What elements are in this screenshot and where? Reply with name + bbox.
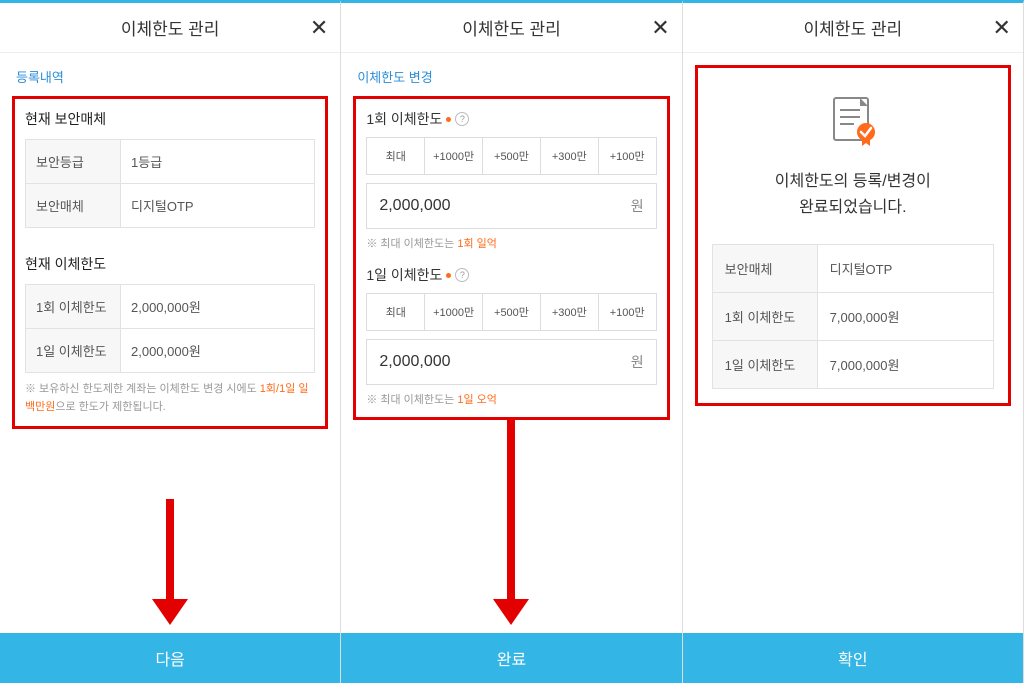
amount-button-row-1: 최대 +1000만 +500만 +300만 +100만 [366, 137, 656, 175]
currency-suffix: 원 [631, 352, 644, 372]
close-icon: ✕ [993, 15, 1011, 40]
table-row: 1회 이체한도 7,000,000원 [712, 293, 993, 341]
panel-registration: 이체한도 관리 ✕ 등록내역 현재 보안매체 보안등급 1등급 보안매체 디지털… [0, 0, 341, 683]
success-box: 이체한도의 등록/변경이 완료되었습니다. 보안매체 디지털OTP 1회 이체한… [695, 65, 1011, 406]
per-day-input[interactable] [379, 353, 630, 371]
per-transfer-input[interactable] [379, 197, 630, 215]
table-row: 보안매체 디지털OTP [712, 245, 993, 293]
help-icon[interactable]: ? [455, 268, 469, 282]
amount-plus300-button[interactable]: +300만 [541, 294, 599, 330]
value-security-grade: 1등급 [121, 140, 315, 184]
value-security-medium: 디지털OTP [121, 184, 315, 228]
limit-note-2: ※ 최대 이체한도는 1일 오억 [366, 391, 656, 407]
value-per-transfer: 7,000,000원 [817, 293, 993, 341]
required-dot-icon [446, 273, 451, 278]
field-label-per-transfer: 1회 이체한도 ? [366, 109, 656, 129]
close-icon: ✕ [651, 15, 669, 40]
complete-button[interactable]: 완료 [341, 633, 681, 683]
label-per-transfer: 1회 이체한도 [712, 293, 817, 341]
close-icon: ✕ [310, 15, 328, 40]
restriction-note: ※ 보유하신 한도제한 계좌는 이체한도 변경 시에도 1회/1일 일백만원으로… [25, 381, 315, 416]
success-message: 이체한도의 등록/변경이 완료되었습니다. [712, 169, 994, 220]
close-button[interactable]: ✕ [993, 17, 1011, 39]
amount-plus300-button[interactable]: +300만 [541, 138, 599, 174]
amount-plus500-button[interactable]: +500만 [483, 294, 541, 330]
field-label-per-day: 1일 이체한도 ? [366, 265, 656, 285]
table-row: 1일 이체한도 7,000,000원 [712, 341, 993, 389]
label-per-day: 1일 이체한도 [26, 329, 121, 373]
help-icon[interactable]: ? [455, 112, 469, 126]
label-security-medium: 보안매체 [712, 245, 817, 293]
result-table: 보안매체 디지털OTP 1회 이체한도 7,000,000원 1일 이체한도 7… [712, 244, 994, 389]
amount-button-row-2: 최대 +1000만 +500만 +300만 +100만 [366, 293, 656, 331]
amount-max-button[interactable]: 최대 [367, 138, 425, 174]
header: 이체한도 관리 ✕ [341, 3, 681, 53]
amount-plus1000-button[interactable]: +1000만 [425, 138, 483, 174]
document-check-icon [830, 96, 876, 151]
panel-complete: 이체한도 관리 ✕ 이체한도의 등록/변경이 완료되었습니다 [683, 0, 1024, 683]
amount-plus500-button[interactable]: +500만 [483, 138, 541, 174]
page-title: 이체한도 관리 [804, 15, 903, 40]
confirm-button[interactable]: 확인 [683, 633, 1023, 683]
table-row: 1일 이체한도 2,000,000원 [26, 329, 315, 373]
content: 현재 보안매체 보안등급 1등급 보안매체 디지털OTP 현재 이체한도 1회 … [0, 96, 340, 633]
panel-change-limit: 이체한도 관리 ✕ 이체한도 변경 1회 이체한도 ? 최대 +1000만 +5… [341, 0, 682, 683]
amount-plus100-button[interactable]: +100만 [599, 294, 656, 330]
page-title: 이체한도 관리 [462, 15, 561, 40]
label-security-medium: 보안매체 [26, 184, 121, 228]
subheader-link[interactable]: 등록내역 [0, 53, 340, 96]
amount-plus1000-button[interactable]: +1000만 [425, 294, 483, 330]
amount-plus100-button[interactable]: +100만 [599, 138, 656, 174]
amount-input-wrapper-2: 원 [366, 339, 656, 385]
amount-max-button[interactable]: 최대 [367, 294, 425, 330]
value-per-day: 7,000,000원 [817, 341, 993, 389]
amount-input-wrapper-1: 원 [366, 183, 656, 229]
content: 이체한도의 등록/변경이 완료되었습니다. 보안매체 디지털OTP 1회 이체한… [683, 53, 1023, 633]
highlight-box: 현재 보안매체 보안등급 1등급 보안매체 디지털OTP 현재 이체한도 1회 … [12, 96, 328, 429]
table-row: 보안매체 디지털OTP [26, 184, 315, 228]
content: 1회 이체한도 ? 최대 +1000만 +500만 +300만 +100만 원 … [341, 96, 681, 633]
header: 이체한도 관리 ✕ [683, 3, 1023, 53]
value-per-day: 2,000,000원 [121, 329, 315, 373]
required-dot-icon [446, 117, 451, 122]
value-security-medium: 디지털OTP [817, 245, 993, 293]
highlight-box: 1회 이체한도 ? 최대 +1000만 +500만 +300만 +100만 원 … [353, 96, 669, 420]
security-table: 보안등급 1등급 보안매체 디지털OTP [25, 139, 315, 228]
currency-suffix: 원 [631, 196, 644, 216]
close-button[interactable]: ✕ [310, 17, 328, 39]
header: 이체한도 관리 ✕ [0, 3, 340, 53]
next-button[interactable]: 다음 [0, 633, 340, 683]
value-per-transfer: 2,000,000원 [121, 285, 315, 329]
section-title-security: 현재 보안매체 [25, 109, 315, 129]
label-per-day: 1일 이체한도 [712, 341, 817, 389]
section-title-limit: 현재 이체한도 [25, 254, 315, 274]
close-button[interactable]: ✕ [651, 17, 669, 39]
limit-note-1: ※ 최대 이체한도는 1회 일억 [366, 235, 656, 251]
subheader-link[interactable]: 이체한도 변경 [341, 53, 681, 96]
page-title: 이체한도 관리 [121, 15, 220, 40]
table-row: 1회 이체한도 2,000,000원 [26, 285, 315, 329]
label-per-transfer: 1회 이체한도 [26, 285, 121, 329]
limit-table: 1회 이체한도 2,000,000원 1일 이체한도 2,000,000원 [25, 284, 315, 373]
label-security-grade: 보안등급 [26, 140, 121, 184]
table-row: 보안등급 1등급 [26, 140, 315, 184]
